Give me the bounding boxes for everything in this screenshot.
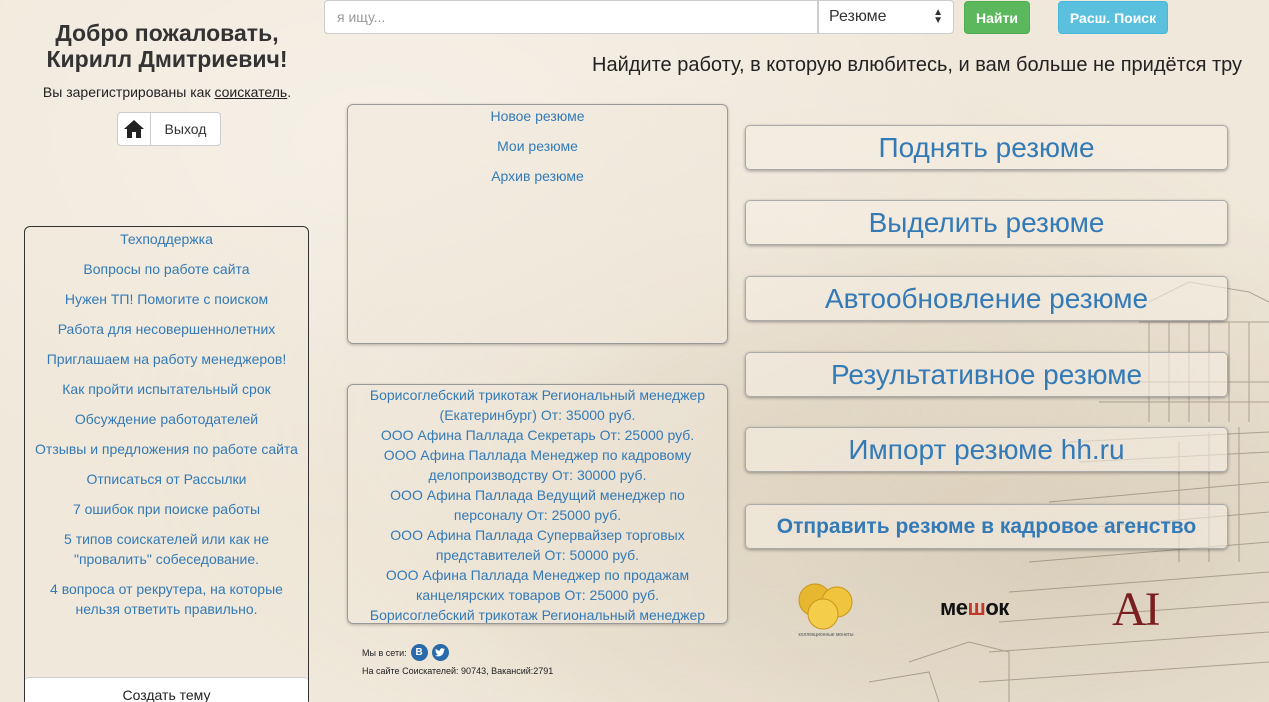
forum-topic-link[interactable]: Вопросы по работе сайта (25, 259, 308, 279)
resume-archive-link[interactable]: Архив резюме (348, 166, 727, 186)
twitter-icon[interactable] (431, 644, 449, 661)
vacancy-link[interactable]: ООО Афина Паллада Ведущий менеджер по пе… (360, 485, 715, 525)
forum-topic-link[interactable]: Отписаться от Рассылки (25, 469, 308, 489)
logout-button[interactable]: Выход (151, 112, 221, 146)
vacancy-link[interactable]: Борисоглебский трикотаж Региональный мен… (360, 605, 715, 623)
forum-topic-link[interactable]: 4 вопроса от рекрутера, на которые нельз… (25, 579, 308, 619)
ai-partner-logo[interactable]: AI (1112, 582, 1161, 637)
effective-resume-button[interactable]: Результативное резюме (745, 352, 1228, 397)
background-sketch-image (868, 281, 1269, 702)
forum-topic-link[interactable]: Приглашаем на работу менеджеров! (25, 349, 308, 369)
forum-topic-link[interactable]: Техподдержка (25, 229, 308, 249)
vacancy-link[interactable]: ООО Афина Паллада Менеджер по продажам к… (360, 565, 715, 605)
forum-panel: Техподдержка Вопросы по работе сайта Нуж… (24, 226, 309, 702)
my-resumes-link[interactable]: Мои резюме (348, 136, 727, 156)
coins-logo-text: коллекционные монеты (799, 632, 854, 638)
forum-topic-link[interactable]: Как пройти испытательный срок (25, 379, 308, 399)
forum-topic-link[interactable]: Обсуждение работодателей (25, 409, 308, 429)
meshok-partner-logo[interactable]: мешок (940, 595, 1009, 621)
home-icon (124, 120, 144, 138)
social-label: Мы в сети: (362, 647, 407, 658)
tagline-text: Найдите работу, в которую влюбитесь, и в… (592, 54, 1243, 76)
find-button[interactable]: Найти (964, 1, 1030, 34)
welcome-title: Добро пожаловать, Кирилл Дмитриевич! (20, 20, 314, 72)
advanced-search-button[interactable]: Расш. Поиск (1058, 1, 1168, 34)
vacancy-link[interactable]: ООО Афина Паллада Секретарь От: 25000 ру… (360, 425, 715, 445)
new-resume-link[interactable]: Новое резюме (348, 106, 727, 126)
forum-topic-link[interactable]: Отзывы и предложения по работе сайта (25, 439, 308, 459)
welcome-line-2: Кирилл Дмитриевич! (46, 46, 288, 72)
search-category-select[interactable]: Резюме ▲ ▼ (818, 0, 954, 34)
raise-resume-button[interactable]: Поднять резюме (745, 125, 1228, 170)
send-to-agency-button[interactable]: Отправить резюме в кадровое агенство (745, 504, 1228, 549)
vacancy-link[interactable]: Борисоглебский трикотаж Региональный мен… (360, 385, 715, 425)
resume-menu-list: Новое резюме Мои резюме Архив резюме (348, 105, 727, 186)
social-links: Мы в сети: B (362, 644, 449, 661)
registered-role-link[interactable]: соискатель (214, 84, 287, 100)
home-button[interactable] (117, 112, 151, 146)
forum-topic-link[interactable]: 5 типов соискателей или как не "провалит… (25, 529, 308, 569)
search-input[interactable] (324, 0, 818, 34)
search-category-value: Резюме (829, 8, 887, 25)
autoupdate-resume-button[interactable]: Автообновление резюме (745, 276, 1228, 321)
meshok-logo-part: ок (985, 595, 1009, 620)
create-topic-button[interactable]: Создать тему (25, 677, 308, 702)
import-hh-resume-button[interactable]: Импорт резюме hh.ru (745, 427, 1228, 472)
forum-topic-list: Техподдержка Вопросы по работе сайта Нуж… (25, 227, 308, 619)
coins-partner-logo[interactable]: коллекционные монеты (795, 580, 857, 638)
meshok-logo-part: ме (940, 595, 968, 620)
highlight-resume-button[interactable]: Выделить резюме (745, 200, 1228, 245)
vacancy-link[interactable]: ООО Афина Паллада Менеджер по кадровому … (360, 445, 715, 485)
select-arrows-icon: ▲ ▼ (933, 7, 943, 26)
vacancy-list: Борисоглебский трикотаж Региональный мен… (348, 385, 727, 623)
registered-as-text: Вы зарегистрированы как соискатель. (20, 84, 314, 100)
resume-menu-panel: Новое резюме Мои резюме Архив резюме (347, 104, 728, 344)
forum-topic-link[interactable]: Работа для несовершеннолетних (25, 319, 308, 339)
vacancies-panel[interactable]: Борисоглебский трикотаж Региональный мен… (347, 384, 728, 624)
vacancy-link[interactable]: ООО Афина Паллада Супервайзер торговых п… (360, 525, 715, 565)
site-stats-text: На сайте Соискателей: 90743, Вакансий:27… (362, 666, 554, 676)
forum-topic-link[interactable]: Нужен ТП! Помогите с поиском (25, 289, 308, 309)
welcome-line-1: Добро пожаловать, (55, 20, 279, 46)
vk-icon[interactable]: B (410, 644, 428, 661)
meshok-logo-accent: ш (967, 595, 986, 620)
forum-topic-link[interactable]: 7 ошибок при поиске работы (25, 499, 308, 519)
registered-prefix: Вы зарегистрированы как (42, 84, 215, 100)
registered-suffix: . (287, 84, 292, 100)
